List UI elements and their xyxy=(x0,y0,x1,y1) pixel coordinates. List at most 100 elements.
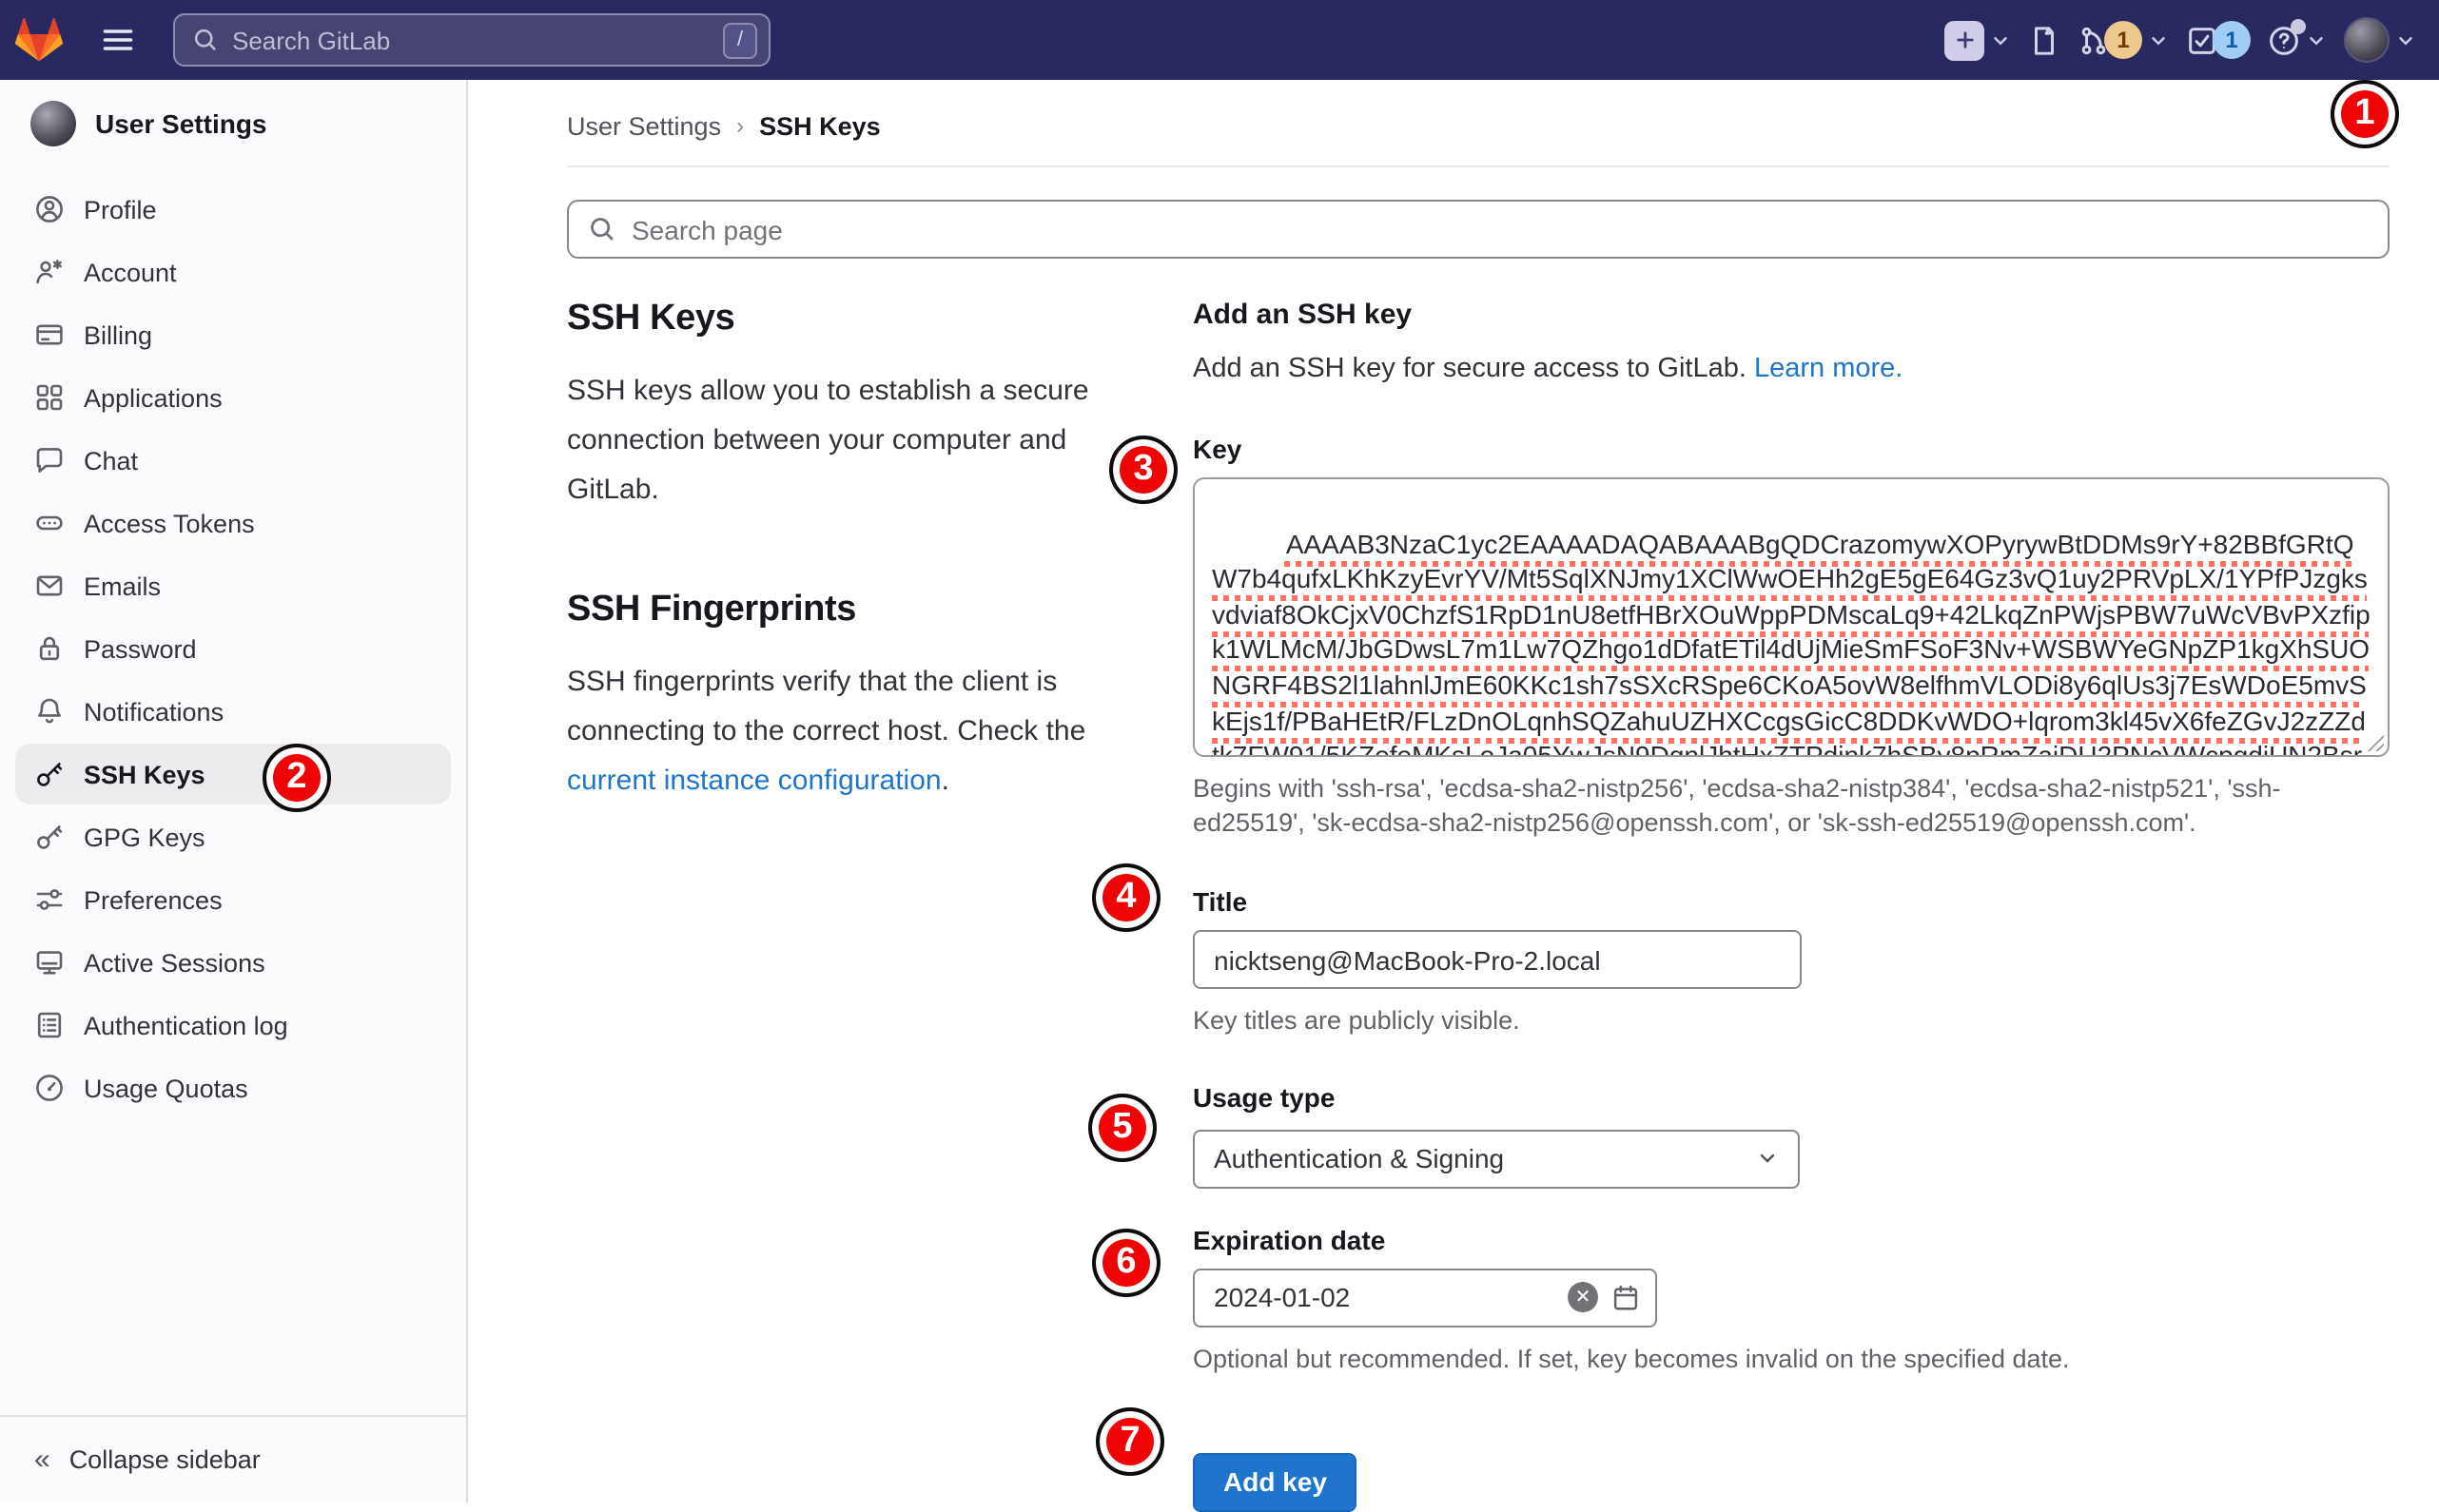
form-heading: Add an SSH key xyxy=(1193,299,2390,331)
current-instance-configuration-link[interactable]: current instance configuration xyxy=(567,765,942,797)
sidebar-item-emails[interactable]: Emails xyxy=(15,555,451,616)
new-menu-button[interactable] xyxy=(1944,20,2011,60)
resize-handle[interactable] xyxy=(2365,732,2384,751)
annotation-circle-6: 6 xyxy=(1092,1229,1161,1297)
chevron-down-icon xyxy=(2306,29,2327,50)
main-content: User Settings › SSH Keys Search page SSH… xyxy=(468,80,2439,1502)
ssh-keys-icon xyxy=(34,759,65,789)
todos-button[interactable]: 1 xyxy=(2186,21,2251,59)
account-icon xyxy=(34,257,65,287)
sidebar-item-label: Authentication log xyxy=(84,1011,288,1039)
expiration-date-label: Expiration date xyxy=(1193,1224,2390,1254)
sidebar-item-usage-quotas[interactable]: Usage Quotas xyxy=(15,1057,451,1118)
sidebar-menu: Profile Account Billing Applications Cha… xyxy=(15,179,451,1118)
sidebar-item-label: Password xyxy=(84,634,197,663)
top-navbar: Search GitLab / 1 1 xyxy=(0,0,2439,80)
add-key-button[interactable]: Add key xyxy=(1193,1453,1357,1512)
notification-dot xyxy=(2291,18,2306,33)
key-textarea[interactable]: AAAAB3NzaC1yc2EAAAADAQABAAABgQDCrazomywX… xyxy=(1193,477,2390,757)
sidebar-item-ssh-keys[interactable]: SSH Keys xyxy=(15,744,451,804)
title-input[interactable]: nicktseng@MacBook-Pro-2.local xyxy=(1193,931,1802,990)
key-value: AAAAB3NzaC1yc2EAAAADAQABAAABgQDCrazomywX… xyxy=(1212,528,2371,757)
password-icon xyxy=(34,633,65,664)
annotation-circle-3: 3 xyxy=(1109,436,1178,504)
calendar-icon[interactable] xyxy=(1611,1283,1640,1311)
page-search-placeholder: Search page xyxy=(632,214,783,244)
emails-icon xyxy=(34,571,65,601)
sidebar-item-profile[interactable]: Profile xyxy=(15,179,451,240)
description-column: SSH Keys SSH keys allow you to establish… xyxy=(567,299,1092,1512)
expiration-date-help: Optional but recommended. If set, key be… xyxy=(1193,1342,2390,1376)
gpg-keys-icon xyxy=(34,822,65,852)
ssh-keys-heading: SSH Keys xyxy=(567,299,1092,340)
collapse-sidebar-label: Collapse sidebar xyxy=(69,1445,261,1474)
title-help: Key titles are publicly visible. xyxy=(1193,1005,2390,1039)
sidebar-item-chat[interactable]: Chat xyxy=(15,430,451,491)
title-label: Title xyxy=(1193,887,2390,918)
usage-type-label: Usage type xyxy=(1193,1081,2390,1112)
page-search-input[interactable]: Search page xyxy=(567,200,2390,259)
annotation-circle-7: 7 xyxy=(1096,1407,1164,1476)
sidebar-item-label: Emails xyxy=(84,572,161,600)
sidebar-header: User Settings xyxy=(15,91,451,156)
fingerprints-text: SSH fingerprints verify that the client … xyxy=(567,667,1085,748)
user-menu-button[interactable] xyxy=(2344,17,2416,63)
hamburger-menu-icon[interactable] xyxy=(89,11,146,68)
expiration-date-input[interactable]: 2024-01-02 ✕ xyxy=(1193,1268,1657,1327)
sidebar-item-label: Applications xyxy=(84,383,223,412)
collapse-sidebar-button[interactable]: « Collapse sidebar xyxy=(0,1415,466,1502)
sidebar-item-label: Billing xyxy=(84,320,152,349)
sidebar-item-notifications[interactable]: Notifications xyxy=(15,681,451,742)
learn-more-link[interactable]: Learn more. xyxy=(1754,354,1902,384)
usage-type-select[interactable]: Authentication & Signing xyxy=(1193,1129,1800,1188)
sidebar-item-label: Notifications xyxy=(84,697,224,726)
avatar xyxy=(30,101,76,146)
sidebar-item-gpg-keys[interactable]: GPG Keys xyxy=(15,806,451,867)
form-intro: Add an SSH key for secure access to GitL… xyxy=(1193,354,2390,384)
issues-button[interactable] xyxy=(2028,24,2060,56)
access-tokens-icon xyxy=(34,508,65,538)
profile-icon xyxy=(34,194,65,224)
global-search-placeholder: Search GitLab xyxy=(232,26,723,54)
preferences-icon xyxy=(34,884,65,915)
annotation-circle-2: 2 xyxy=(263,744,331,812)
clear-date-icon[interactable]: ✕ xyxy=(1568,1282,1598,1312)
chevron-down-icon xyxy=(2148,29,2169,50)
usage-type-value: Authentication & Signing xyxy=(1214,1143,1504,1173)
authentication-log-icon xyxy=(34,1010,65,1040)
sidebar-item-authentication-log[interactable]: Authentication log xyxy=(15,995,451,1056)
gitlab-logo-icon[interactable] xyxy=(15,17,63,63)
ssh-fingerprints-description: SSH fingerprints verify that the client … xyxy=(567,659,1092,806)
sidebar-item-label: Preferences xyxy=(84,885,223,914)
sidebar-item-billing[interactable]: Billing xyxy=(15,304,451,365)
sidebar-item-active-sessions[interactable]: Active Sessions xyxy=(15,932,451,993)
merge-requests-button[interactable]: 1 xyxy=(2078,21,2169,59)
avatar xyxy=(2344,17,2390,63)
sidebar-item-label: GPG Keys xyxy=(84,823,205,851)
sidebar-item-label: Usage Quotas xyxy=(84,1074,248,1102)
double-chevron-left-icon: « xyxy=(34,1444,50,1476)
sidebar-item-label: Profile xyxy=(84,195,157,223)
sidebar-item-password[interactable]: Password xyxy=(15,618,451,679)
plus-icon xyxy=(1944,20,1984,60)
annotation-circle-5: 5 xyxy=(1088,1094,1157,1162)
sidebar-item-label: Account xyxy=(84,258,177,286)
breadcrumb: User Settings › SSH Keys xyxy=(567,103,2390,167)
help-menu-button[interactable] xyxy=(2268,24,2327,56)
sidebar-item-preferences[interactable]: Preferences xyxy=(15,869,451,930)
sidebar-item-account[interactable]: Account xyxy=(15,242,451,302)
chevron-down-icon xyxy=(2395,29,2416,50)
annotation-circle-1: 1 xyxy=(2331,80,2399,148)
notifications-icon xyxy=(34,696,65,727)
sidebar-item-access-tokens[interactable]: Access Tokens xyxy=(15,493,451,553)
sidebar-item-applications[interactable]: Applications xyxy=(15,367,451,428)
sidebar-item-label: Access Tokens xyxy=(84,509,255,537)
gitlab-ssh-keys-page: Search GitLab / 1 1 xyxy=(0,0,2439,1502)
merge-requests-badge: 1 xyxy=(2104,21,2142,59)
global-search-input[interactable]: Search GitLab / xyxy=(173,13,771,67)
chevron-down-icon xyxy=(1756,1147,1779,1170)
breadcrumb-parent[interactable]: User Settings xyxy=(567,111,721,140)
sidebar-item-label: SSH Keys xyxy=(84,760,205,788)
todos-badge: 1 xyxy=(2213,21,2251,59)
expiration-date-value: 2024-01-02 xyxy=(1214,1282,1350,1312)
